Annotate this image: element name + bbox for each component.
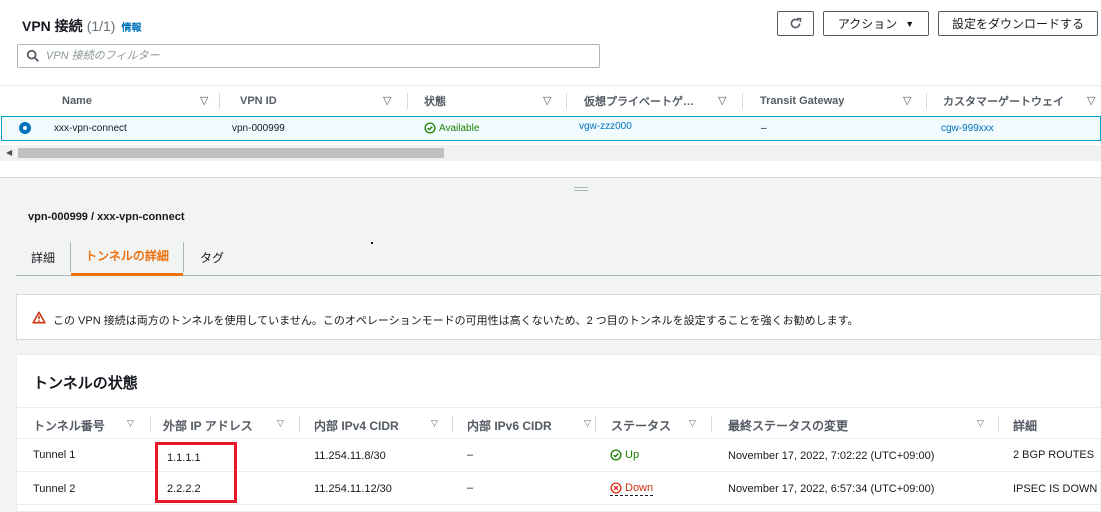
cell-vpn-id: vpn-000999 bbox=[232, 123, 285, 134]
column-divider bbox=[219, 93, 220, 109]
table-header: Name ▽ VPN ID ▽ 状態 ▽ 仮想プライベートゲ… ▽ Transi… bbox=[0, 85, 1101, 115]
col-vgw[interactable]: 仮想プライベートゲ… bbox=[584, 86, 694, 116]
sort-icon[interactable]: ▽ bbox=[903, 94, 911, 107]
sort-icon[interactable]: ▽ bbox=[718, 94, 726, 107]
column-divider bbox=[711, 416, 712, 432]
caret-down-icon: ▼ bbox=[905, 18, 915, 29]
sort-icon[interactable]: ▽ bbox=[584, 418, 591, 429]
scrollbar-thumb[interactable] bbox=[18, 148, 444, 158]
tab-divider bbox=[183, 242, 184, 272]
download-config-label: 設定をダウンロードする bbox=[951, 17, 1084, 31]
sort-icon[interactable]: ▽ bbox=[543, 94, 551, 107]
col-last-status-change[interactable]: 最終ステータスの変更 bbox=[728, 417, 848, 434]
cell-vgw-link[interactable]: vgw-zzz000 bbox=[579, 121, 632, 132]
check-circle-icon bbox=[424, 122, 436, 134]
download-config-button[interactable]: 設定をダウンロードする bbox=[938, 11, 1098, 36]
col-tunnel-number[interactable]: トンネル番号 bbox=[33, 417, 105, 434]
breadcrumb: vpn-000999 / xxx-vpn-connect bbox=[28, 211, 185, 223]
refresh-button[interactable] bbox=[777, 11, 814, 36]
col-name[interactable]: Name bbox=[62, 86, 92, 116]
col-details[interactable]: 詳細 bbox=[1013, 417, 1037, 434]
sort-icon[interactable]: ▽ bbox=[977, 418, 984, 429]
detail-tabs: 詳細 トンネルの詳細 タグ bbox=[16, 238, 1101, 276]
vpn-connections-panel: VPN 接続(1/1) 情報 アクション ▼ 設定をダウンロードする Name ▽ … bbox=[0, 0, 1101, 178]
search-icon bbox=[26, 49, 39, 62]
column-divider bbox=[566, 93, 567, 109]
column-divider bbox=[407, 93, 408, 109]
sort-icon[interactable]: ▽ bbox=[383, 94, 391, 107]
annotation-highlight-box bbox=[155, 442, 237, 503]
cell-cgw-link[interactable]: cgw-999xxx bbox=[941, 123, 994, 134]
last-status-change: November 17, 2022, 7:02:22 (UTC+09:00) bbox=[728, 450, 935, 462]
tunnel-details: 2 BGP ROUTES bbox=[1013, 449, 1095, 461]
scroll-left-icon[interactable]: ◀ bbox=[6, 148, 12, 157]
table-row[interactable]: xxx-vpn-connect vpn-000999 Available vgw… bbox=[1, 116, 1101, 141]
info-link[interactable]: 情報 bbox=[121, 23, 141, 34]
col-customer-gateway[interactable]: カスタマーゲートウェイ bbox=[943, 86, 1064, 116]
col-state[interactable]: 状態 bbox=[424, 86, 446, 116]
column-divider bbox=[742, 93, 743, 109]
actions-dropdown[interactable]: アクション ▼ bbox=[823, 11, 929, 36]
tunnel-number: Tunnel 1 bbox=[33, 449, 76, 461]
warning-alert: この VPN 接続は両方のトンネルを使用していません。このオペレーションモードの… bbox=[16, 294, 1101, 340]
check-circle-icon bbox=[610, 449, 622, 461]
warning-icon bbox=[32, 311, 46, 324]
tunnel-table-header: トンネル番号 ▽ 外部 IP アドレス ▽ 内部 IPv4 CIDR ▽ 内部 … bbox=[17, 407, 1101, 439]
sort-icon[interactable]: ▽ bbox=[127, 418, 134, 429]
column-divider bbox=[150, 416, 151, 432]
col-vpn-id[interactable]: VPN ID bbox=[240, 86, 277, 116]
inside-ipv4: 11.254.11.12/30 bbox=[314, 483, 392, 495]
inside-ipv6: – bbox=[467, 482, 474, 494]
col-transit-gateway[interactable]: Transit Gateway bbox=[760, 86, 844, 116]
tab-details[interactable]: 詳細 bbox=[31, 238, 55, 276]
actions-label: アクション bbox=[837, 17, 898, 31]
column-divider bbox=[452, 416, 453, 432]
connection-count: (1/1) bbox=[86, 18, 116, 34]
sort-icon[interactable]: ▽ bbox=[689, 418, 696, 429]
col-inside-ipv4[interactable]: 内部 IPv4 CIDR bbox=[314, 417, 399, 434]
inside-ipv4: 11.254.11.8/30 bbox=[314, 450, 386, 462]
tunnel-status-title: トンネルの状態 bbox=[33, 375, 138, 392]
row-radio[interactable] bbox=[19, 122, 31, 134]
cell-name: xxx-vpn-connect bbox=[54, 123, 127, 134]
filter-box bbox=[17, 44, 600, 68]
column-divider bbox=[926, 93, 927, 109]
status-badge: Up bbox=[610, 449, 639, 461]
tunnel-details: IPSEC IS DOWN bbox=[1013, 483, 1098, 495]
cell-transit-gateway: – bbox=[761, 123, 767, 134]
sort-icon[interactable]: ▽ bbox=[1087, 94, 1095, 107]
refresh-icon bbox=[790, 17, 802, 29]
panel-title: VPN 接続 (1/1) 情報 bbox=[22, 16, 141, 36]
col-status[interactable]: ステータス bbox=[611, 417, 671, 434]
panel-title-text: VPN 接続 bbox=[22, 18, 83, 34]
last-status-change: November 17, 2022, 6:57:34 (UTC+09:00) bbox=[728, 483, 935, 495]
sort-icon[interactable]: ▽ bbox=[277, 418, 284, 429]
status-badge[interactable]: Down bbox=[610, 482, 654, 496]
warning-message: この VPN 接続は両方のトンネルを使用していません。このオペレーションモードの… bbox=[53, 315, 859, 327]
horizontal-scrollbar[interactable]: ◀ bbox=[0, 145, 1101, 161]
sort-icon[interactable]: ▽ bbox=[200, 94, 208, 107]
inside-ipv6: – bbox=[467, 449, 474, 461]
cell-state: Available bbox=[424, 122, 479, 134]
tunnel-number: Tunnel 2 bbox=[33, 483, 76, 495]
error-circle-icon bbox=[610, 482, 622, 494]
tab-tags[interactable]: タグ bbox=[200, 238, 224, 276]
filter-input[interactable] bbox=[46, 47, 586, 65]
col-outside-ip[interactable]: 外部 IP アドレス bbox=[163, 417, 253, 434]
resize-handle[interactable] bbox=[574, 187, 588, 191]
col-inside-ipv6[interactable]: 内部 IPv6 CIDR bbox=[467, 417, 552, 434]
tab-tunnel-details[interactable]: トンネルの詳細 bbox=[71, 238, 183, 276]
column-divider bbox=[299, 416, 300, 432]
column-divider bbox=[595, 416, 596, 432]
column-divider bbox=[998, 416, 999, 432]
sort-icon[interactable]: ▽ bbox=[431, 418, 438, 429]
